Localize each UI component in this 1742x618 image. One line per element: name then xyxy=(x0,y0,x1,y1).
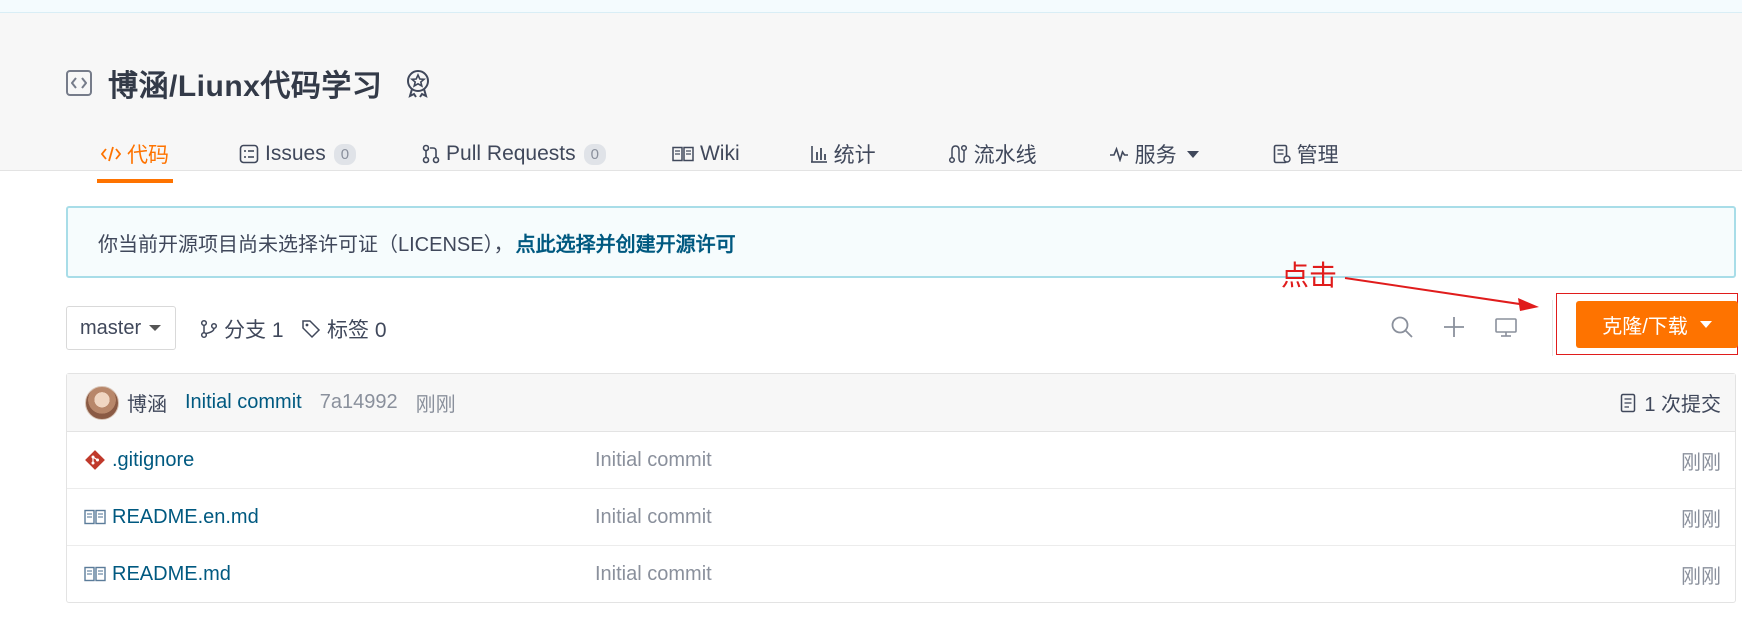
tag-icon xyxy=(301,319,321,339)
tab-wiki[interactable]: Wiki xyxy=(672,125,740,183)
book-icon xyxy=(672,146,694,162)
book-icon xyxy=(84,506,106,528)
file-commit-time: 刚刚 xyxy=(1681,508,1721,531)
commit-count-label: 1 次提交 xyxy=(1644,394,1721,416)
file-commit-time: 刚刚 xyxy=(1681,565,1721,588)
branch-select[interactable]: master xyxy=(66,306,176,350)
caret-down-icon xyxy=(149,325,162,331)
plus-icon[interactable] xyxy=(1440,313,1468,341)
tab-label: 服务 xyxy=(1134,144,1177,167)
commit-count-link[interactable]: 1 次提交 xyxy=(1620,374,1721,431)
repo-tabs: 代码 Issues 0 Pull Requests 0 Wiki 统计 流水线 … xyxy=(65,125,1339,183)
tab-label: 统计 xyxy=(833,144,876,167)
file-name-link[interactable]: README.en.md xyxy=(112,506,259,529)
avatar[interactable] xyxy=(85,385,119,420)
branches-link[interactable]: 分支 1 xyxy=(200,316,284,342)
file-name-link[interactable]: README.md xyxy=(112,563,231,586)
git-file-icon xyxy=(84,449,106,471)
license-banner-text: 你当前开源项目尚未选择许可证（LICENSE）， xyxy=(98,233,514,256)
toolbar-divider xyxy=(1552,300,1553,356)
file-table: 博涵 Initial commit 7a14992 刚刚 1 次提交 .giti… xyxy=(66,373,1736,603)
tab-label: Wiki xyxy=(699,142,740,165)
issues-icon xyxy=(239,144,259,164)
commit-sha[interactable]: 7a14992 xyxy=(320,391,398,414)
file-row: README.md Initial commit 刚刚 xyxy=(67,546,1735,602)
tab-label: Pull Requests xyxy=(446,142,576,165)
tab-code[interactable]: 代码 xyxy=(97,125,173,183)
pipeline-icon xyxy=(948,144,968,164)
tab-label: 流水线 xyxy=(973,144,1037,167)
top-strip xyxy=(0,0,1742,13)
file-commit-message[interactable]: Initial commit xyxy=(595,489,712,545)
pull-requests-count-badge: 0 xyxy=(583,143,606,165)
chevron-down-icon xyxy=(1186,150,1199,158)
award-badge-icon[interactable] xyxy=(404,68,432,98)
code-bracket-icon xyxy=(66,70,92,96)
file-name-link[interactable]: .gitignore xyxy=(112,449,194,472)
create-license-link[interactable]: 点此选择并创建开源许可 xyxy=(516,228,736,257)
caret-down-icon xyxy=(1699,321,1712,328)
code-icon xyxy=(101,146,121,162)
clone-download-button[interactable]: 克隆/下载 xyxy=(1576,301,1738,348)
book-icon xyxy=(84,563,106,585)
file-row: README.en.md Initial commit 刚刚 xyxy=(67,489,1735,546)
commit-message[interactable]: Initial commit xyxy=(185,391,302,414)
tab-stats[interactable]: 统计 xyxy=(810,125,876,183)
tab-label: 代码 xyxy=(127,144,169,167)
tags-count-label: 标签 0 xyxy=(327,319,387,342)
file-commit-message[interactable]: Initial commit xyxy=(595,432,712,488)
tab-pipeline[interactable]: 流水线 xyxy=(948,125,1037,183)
annotation-label: 点击 xyxy=(1281,260,1338,291)
settings-doc-icon xyxy=(1273,144,1291,164)
page: 博涵/Liunx代码学习 代码 Issues 0 Pull Requests 0… xyxy=(0,0,1742,618)
file-commit-time: 刚刚 xyxy=(1681,451,1721,474)
tab-manage[interactable]: 管理 xyxy=(1273,125,1339,183)
commit-author[interactable]: 博涵 xyxy=(127,388,167,417)
license-banner: 你当前开源项目尚未选择许可证（LICENSE）， 点此选择并创建开源许可 xyxy=(66,206,1736,278)
tab-label: 管理 xyxy=(1296,144,1339,167)
branch-icon xyxy=(200,319,218,339)
tab-services[interactable]: 服务 xyxy=(1109,125,1199,183)
clone-download-label: 克隆/下载 xyxy=(1602,316,1688,338)
repo-header: 博涵/Liunx代码学习 代码 Issues 0 Pull Requests 0… xyxy=(0,13,1742,183)
issues-count-badge: 0 xyxy=(333,143,357,165)
monitor-icon[interactable] xyxy=(1492,313,1520,341)
file-row: .gitignore Initial commit 刚刚 xyxy=(67,432,1735,489)
tab-label: Issues xyxy=(265,142,326,165)
tags-link[interactable]: 标签 0 xyxy=(301,316,387,342)
pulse-icon xyxy=(1109,146,1129,162)
tab-issues[interactable]: Issues 0 xyxy=(239,125,357,183)
latest-commit-row: 博涵 Initial commit 7a14992 刚刚 1 次提交 xyxy=(67,374,1735,432)
search-icon[interactable] xyxy=(1388,313,1416,341)
bar-chart-icon xyxy=(810,145,828,163)
branches-count-label: 分支 1 xyxy=(224,319,284,342)
branch-select-value: master xyxy=(80,316,142,339)
repo-title-group: 博涵/Liunx代码学习 xyxy=(66,63,432,103)
tab-pull-requests[interactable]: Pull Requests 0 xyxy=(422,125,606,183)
commit-history-icon xyxy=(1620,393,1636,413)
file-commit-message[interactable]: Initial commit xyxy=(595,546,712,602)
repo-title[interactable]: 博涵/Liunx代码学习 xyxy=(108,61,382,105)
pull-request-icon xyxy=(422,144,440,164)
commit-time: 刚刚 xyxy=(415,394,456,416)
